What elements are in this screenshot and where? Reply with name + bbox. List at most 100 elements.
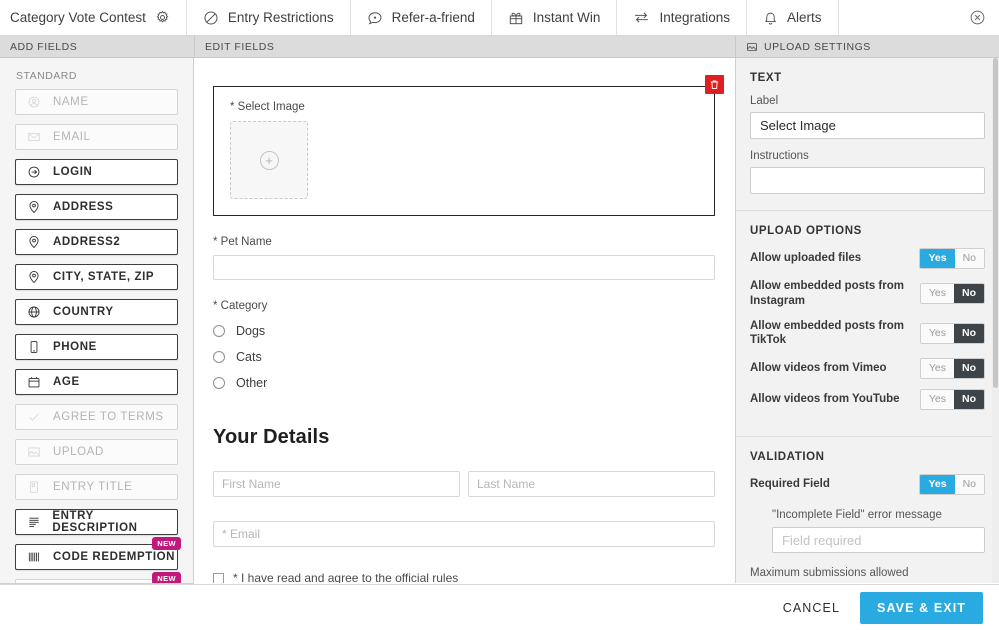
radio-label: Cats [236, 350, 262, 364]
login-arrow-icon [27, 165, 42, 179]
required-field-toggle[interactable]: Yes No [919, 474, 985, 496]
radio-circle-icon[interactable] [213, 377, 225, 389]
cancel-button[interactable]: CANCEL [783, 601, 840, 615]
radio-circle-icon[interactable] [213, 325, 225, 337]
field-button-code-redemption[interactable]: CODE REDEMPTION NEW [15, 537, 181, 570]
edit-fields-title: EDIT FIELDS [205, 40, 275, 53]
radio-option-other[interactable]: Other [213, 376, 715, 390]
tab-entry-restrictions[interactable]: Entry Restrictions [187, 0, 351, 35]
toggle-allow-embedded-posts-from-tiktok[interactable]: Yes No [919, 322, 985, 344]
tab-alerts[interactable]: Alerts [747, 0, 839, 35]
map-pin-icon [27, 200, 42, 214]
field-button-age[interactable]: AGE [15, 369, 178, 395]
toggle-yes[interactable]: Yes [920, 323, 954, 343]
select-image-label: * Select Image [230, 101, 305, 113]
selected-upload-field[interactable]: * Select Image + [213, 75, 724, 216]
toggle-yes[interactable]: Yes [920, 284, 954, 304]
tab-integrations[interactable]: Integrations [617, 0, 747, 35]
upload-settings-header: UPLOAD SETTINGS [735, 36, 999, 58]
globe-icon [27, 305, 42, 319]
toggle-no[interactable]: No [954, 323, 984, 343]
upload-options-title: UPLOAD OPTIONS [750, 225, 862, 237]
pet-name-field: * Pet Name [213, 236, 715, 280]
footer-action-bar: CANCEL SAVE & EXIT [0, 584, 999, 630]
pet-name-label: * Pet Name [213, 236, 272, 248]
first-name-input[interactable] [213, 471, 460, 497]
field-button-phone[interactable]: PHONE [15, 334, 178, 360]
save-and-exit-button[interactable]: SAVE & EXIT [860, 591, 983, 624]
upload-settings-title: UPLOAD SETTINGS [764, 40, 871, 53]
toggle-allow-embedded-posts-from-instagram[interactable]: Yes No [919, 283, 985, 305]
field-button-label: ENTRY DESCRIPTION [52, 510, 138, 534]
tab-label: Integrations [659, 10, 730, 25]
pet-name-input[interactable] [213, 255, 715, 280]
toggle-allow-videos-from-vimeo[interactable]: Yes No [919, 358, 985, 380]
toggle-yes[interactable]: Yes [920, 359, 954, 379]
add-fields-header: ADD FIELDS [0, 36, 194, 58]
toggle-no[interactable]: No [954, 475, 984, 495]
tab-category-vote-contest[interactable]: Category Vote Contest [0, 0, 187, 35]
close-icon[interactable] [955, 0, 999, 35]
required-field-row: Required Field Yes No [750, 474, 985, 496]
toggle-no[interactable]: No [954, 284, 984, 304]
map-pin-icon [27, 235, 42, 249]
field-button-country[interactable]: COUNTRY [15, 299, 178, 325]
radio-option-cats[interactable]: Cats [213, 350, 715, 364]
tab-label: Instant Win [532, 10, 601, 25]
tab-refer-a-friend[interactable]: Refer-a-friend [351, 0, 492, 35]
toggle-allow-uploaded-files[interactable]: Yes No [919, 248, 985, 270]
image-icon [27, 445, 42, 459]
bell-icon [763, 10, 778, 25]
instructions-input[interactable] [750, 167, 985, 194]
tab-label: Entry Restrictions [227, 10, 334, 25]
required-field-label: Required Field [750, 478, 830, 491]
error-message-label: "Incomplete Field" error message [772, 509, 942, 522]
label-input[interactable] [750, 112, 985, 139]
checkmark-icon [27, 410, 42, 424]
option-row-allow-embedded-posts-from-instagram: Allow embedded posts from Instagram Yes No [750, 279, 985, 308]
field-button-address2[interactable]: ADDRESS2 [15, 229, 178, 255]
right-panel-scrollbar[interactable] [992, 58, 999, 583]
tab-label: Alerts [786, 10, 822, 25]
field-button-login[interactable]: LOGIN [15, 159, 178, 185]
toggle-yes[interactable]: Yes [920, 249, 955, 269]
image-dropzone[interactable]: + [230, 121, 308, 199]
radio-circle-icon[interactable] [213, 351, 225, 363]
barcode-icon [27, 550, 42, 564]
text-section-title: TEXT [750, 72, 782, 84]
checkbox-icon[interactable] [213, 572, 224, 583]
field-button-address[interactable]: ADDRESS [15, 194, 178, 220]
official-rules-row[interactable]: * I have read and agree to the official … [213, 571, 715, 583]
field-button-label: ADDRESS2 [53, 236, 121, 248]
error-message-input[interactable] [772, 527, 985, 554]
tab-label: Category Vote Contest [10, 10, 146, 25]
email-field [213, 521, 715, 547]
field-button-entry-description[interactable]: ENTRY DESCRIPTION [15, 509, 178, 535]
text-settings-section: TEXT Label Instructions [736, 58, 999, 211]
toggle-yes[interactable]: Yes [920, 390, 954, 410]
text-lines-icon [27, 515, 41, 529]
your-details-heading: Your Details [213, 426, 330, 448]
last-name-input[interactable] [468, 471, 715, 497]
field-button-upload: UPLOAD [15, 439, 178, 465]
toggle-allow-videos-from-youtube[interactable]: Yes No [919, 389, 985, 411]
toggle-no[interactable]: No [954, 359, 984, 379]
toggle-no[interactable]: No [954, 390, 984, 410]
field-button-label: CODE REDEMPTION [53, 551, 176, 563]
field-button-agree-to-terms: AGREE TO TERMS [15, 404, 178, 430]
field-button-label: AGREE TO TERMS [53, 411, 164, 423]
upload-options-list: Allow uploaded files Yes No Allow embedded … [750, 248, 985, 411]
toggle-no[interactable]: No [954, 249, 984, 269]
email-input[interactable] [213, 521, 715, 547]
tab-instant-win[interactable]: Instant Win [492, 0, 618, 35]
edit-fields-header: EDIT FIELDS [194, 36, 735, 58]
toggle-yes[interactable]: Yes [920, 475, 955, 495]
trash-icon[interactable] [705, 75, 724, 94]
field-button-city-state-zip[interactable]: CITY, STATE, ZIP [15, 264, 178, 290]
radio-option-dogs[interactable]: Dogs [213, 324, 715, 338]
no-entry-icon [203, 10, 219, 26]
field-button-entry-title: ENTRY TITLE [15, 474, 178, 500]
max-submissions-block: Maximum submissions allowed ▲▼ [750, 567, 985, 583]
radio-label: Other [236, 376, 268, 390]
field-button-label: ADDRESS [53, 201, 114, 213]
